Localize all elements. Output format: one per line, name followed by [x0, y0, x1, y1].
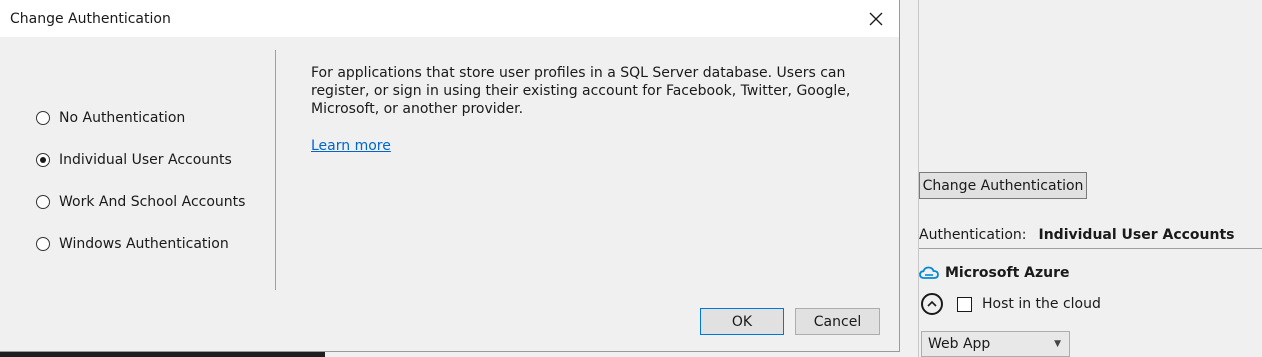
- radio-option-label: Individual User Accounts: [59, 152, 232, 168]
- radio-option-no-authentication[interactable]: No Authentication: [36, 107, 245, 129]
- radio-button[interactable]: [36, 237, 50, 251]
- chevron-down-icon: ▼: [1054, 339, 1061, 349]
- radio-button[interactable]: [36, 195, 50, 209]
- host-in-cloud-checkbox[interactable]: [957, 296, 972, 312]
- web-app-select-value: Web App: [928, 336, 991, 352]
- authentication-label: Authentication:: [919, 227, 1027, 243]
- collapse-chevron-up-icon[interactable]: [921, 293, 943, 315]
- azure-title: Microsoft Azure: [945, 265, 1070, 281]
- dialog-title: Change Authentication: [10, 10, 171, 27]
- radio-option-label: No Authentication: [59, 110, 186, 126]
- authentication-options: No Authentication Individual User Accoun…: [36, 107, 245, 275]
- azure-header: Microsoft Azure: [919, 263, 1070, 283]
- authentication-value: Individual User Accounts: [1038, 227, 1235, 243]
- azure-cloud-icon: [919, 266, 939, 280]
- authentication-description: For applications that store user profile…: [311, 65, 851, 117]
- radio-option-windows-authentication[interactable]: Windows Authentication: [36, 233, 245, 255]
- change-authentication-button[interactable]: Change Authentication: [919, 172, 1087, 199]
- authentication-underline: [919, 248, 1262, 249]
- radio-option-individual-user-accounts[interactable]: Individual User Accounts: [36, 149, 245, 171]
- ok-button[interactable]: OK: [700, 308, 784, 335]
- authentication-row: Authentication: Individual User Accounts: [919, 225, 1235, 245]
- radio-button-selected[interactable]: [36, 153, 50, 167]
- radio-button[interactable]: [36, 111, 50, 125]
- web-app-select[interactable]: Web App ▼: [921, 331, 1070, 357]
- dialog-titlebar: Change Authentication: [0, 0, 899, 37]
- radio-option-label: Windows Authentication: [59, 236, 229, 252]
- close-icon[interactable]: [853, 0, 899, 37]
- cancel-button[interactable]: Cancel: [795, 308, 880, 335]
- background-window-strip: [0, 352, 325, 357]
- host-in-cloud-row: Host in the cloud: [921, 292, 1101, 316]
- host-in-cloud-label: Host in the cloud: [982, 296, 1101, 312]
- change-authentication-dialog: Change Authentication No Authentication …: [0, 0, 900, 352]
- vertical-separator: [275, 50, 276, 290]
- radio-option-work-and-school-accounts[interactable]: Work And School Accounts: [36, 191, 245, 213]
- radio-option-label: Work And School Accounts: [59, 194, 246, 210]
- learn-more-link[interactable]: Learn more: [311, 138, 391, 154]
